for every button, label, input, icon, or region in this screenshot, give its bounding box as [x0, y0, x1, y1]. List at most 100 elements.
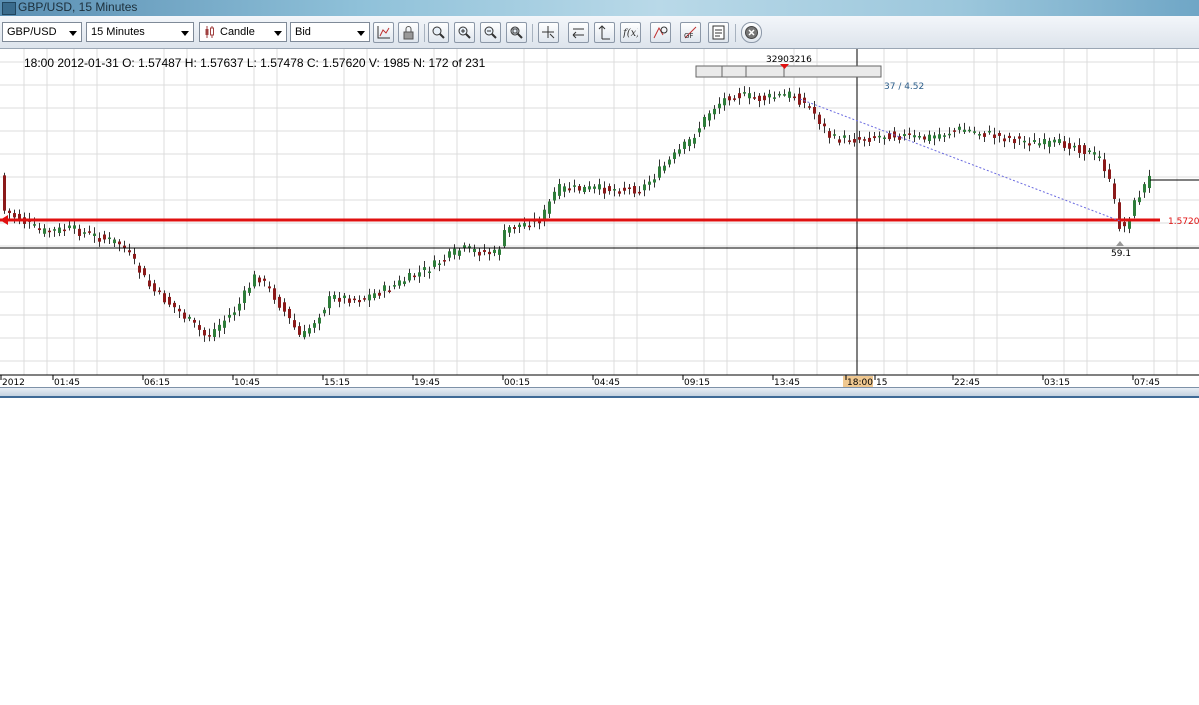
candle-body — [113, 239, 116, 244]
close-icon — [745, 26, 758, 39]
candle-body — [353, 298, 356, 301]
time-label: 03:15 — [1044, 378, 1070, 387]
candle-body — [443, 260, 446, 262]
candle-body — [643, 184, 646, 191]
lock-button[interactable] — [398, 22, 419, 43]
candle-body — [638, 191, 641, 194]
chart-settings-button[interactable] — [373, 22, 394, 43]
candle-body — [163, 293, 166, 303]
candle-body — [1088, 150, 1091, 153]
candle-body — [203, 329, 206, 336]
candle-body — [1013, 139, 1016, 144]
candle-body — [593, 186, 596, 189]
candle-body — [703, 116, 706, 127]
candle-body — [128, 250, 131, 253]
time-label: 15:15 — [324, 378, 350, 387]
chevron-down-icon[interactable] — [69, 31, 77, 36]
candle-body — [258, 277, 261, 283]
price-side-select[interactable]: Bid — [290, 22, 370, 42]
chevron-down-icon[interactable] — [274, 31, 282, 36]
instrument-select[interactable]: GBP/USD — [2, 22, 82, 42]
candle-body — [658, 166, 661, 178]
candle-body — [678, 149, 681, 154]
candle-body — [243, 290, 246, 303]
time-label: 13:45 — [774, 378, 800, 387]
candle-body — [318, 317, 321, 324]
candle-body — [228, 314, 231, 318]
candle-body — [453, 248, 456, 255]
candle-body — [188, 316, 191, 319]
candle-body — [818, 114, 821, 124]
candle-body — [558, 184, 561, 196]
zoom-in-button[interactable] — [454, 22, 475, 43]
candle-body — [433, 260, 436, 267]
candle-body — [1068, 143, 1071, 149]
low-label: 59.1 — [1111, 249, 1131, 259]
candle-body — [998, 133, 1001, 136]
candle-body — [378, 292, 381, 296]
candle-body — [883, 137, 886, 140]
candle-body — [1108, 169, 1111, 179]
candle-body — [548, 201, 551, 214]
candle-body — [608, 186, 611, 192]
candle-body — [888, 133, 891, 140]
scroll-bar[interactable] — [0, 387, 1199, 398]
candle-body — [388, 290, 391, 292]
zoom-fit-button[interactable] — [506, 22, 527, 43]
chevron-down-icon[interactable] — [181, 31, 189, 36]
period-value: 15 Minutes — [91, 26, 145, 38]
candle-body — [1133, 200, 1136, 216]
candle-body — [1063, 141, 1066, 148]
template-button[interactable] — [708, 22, 729, 43]
candle-body — [428, 271, 431, 273]
fibonacci-button[interactable]: GF — [680, 22, 701, 43]
candle-body — [993, 134, 996, 138]
candle-body — [1018, 136, 1021, 139]
crosshair-button[interactable] — [538, 22, 559, 43]
period-select[interactable]: 15 Minutes — [86, 22, 194, 42]
candle-body — [328, 296, 331, 309]
candle-body — [1073, 145, 1076, 148]
candle-body — [808, 106, 811, 108]
zoom-fit-icon — [510, 26, 523, 39]
candle-body — [263, 278, 266, 281]
close-chart-button[interactable] — [741, 22, 762, 43]
trend-line[interactable] — [799, 98, 1121, 222]
candle-body — [663, 165, 666, 171]
candle-body — [693, 137, 696, 144]
candle-body — [373, 293, 376, 298]
time-label: 04:45 — [594, 378, 620, 387]
candle-body — [283, 302, 286, 312]
drawing-tools-button[interactable] — [650, 22, 671, 43]
time-label: 19:45 — [414, 378, 440, 387]
range-label: 37 / 4.52 — [884, 82, 924, 92]
chart-type-select[interactable]: Candle — [199, 22, 287, 42]
candle-body — [393, 285, 396, 287]
candle-body — [108, 237, 111, 240]
app-icon — [2, 2, 16, 15]
candle-body — [623, 187, 626, 191]
candle-body — [478, 251, 481, 256]
candle-body — [413, 275, 416, 278]
candle-body — [198, 325, 201, 330]
chevron-down-icon[interactable] — [357, 31, 365, 36]
candle-body — [303, 331, 306, 338]
candle-body — [183, 312, 186, 319]
shift-chart-button[interactable] — [568, 22, 589, 43]
candle-body — [368, 294, 371, 301]
candle-body — [793, 96, 796, 99]
candle-body — [763, 95, 766, 101]
candle-body — [1048, 140, 1051, 147]
zoom-button[interactable] — [428, 22, 449, 43]
candle-body — [493, 249, 496, 253]
zoom-out-button[interactable] — [480, 22, 501, 43]
candle-body — [1118, 202, 1121, 229]
range-box[interactable] — [695, 65, 882, 78]
candle-body — [173, 302, 176, 308]
candle-body — [613, 189, 616, 191]
price-chart[interactable]: 32903216 37 / 4.52 1.57208 59.1 18:00 20… — [0, 49, 1199, 387]
candle-body — [153, 283, 156, 292]
scale-button[interactable] — [594, 22, 615, 43]
candle-body — [578, 186, 581, 191]
indicators-button[interactable]: f(x) — [620, 22, 641, 43]
